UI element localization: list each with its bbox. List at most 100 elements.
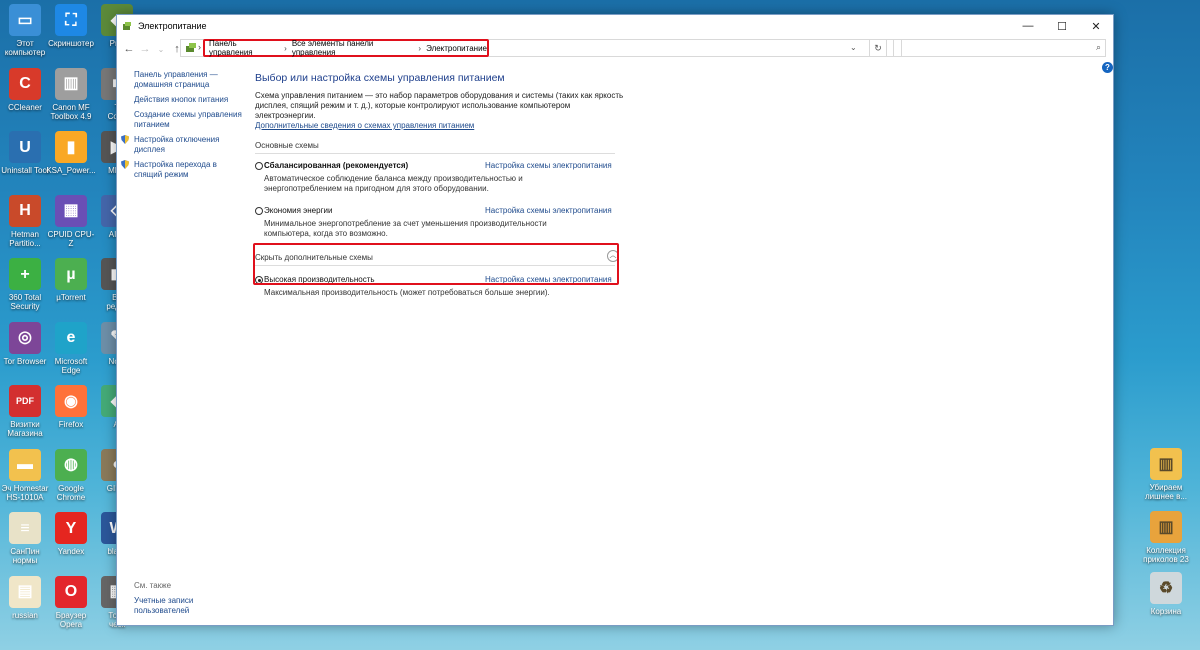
desktop-icon[interactable]: ▥ Canon MF Toolbox 4.9 — [46, 67, 96, 121]
plan-power-saver: Экономия энергии Настройка схемы электро… — [255, 206, 625, 239]
user-accounts-link[interactable]: Учетные записи пользователей — [134, 596, 234, 616]
folder-icon: ▬ — [9, 448, 41, 481]
nav-label: Создание схемы управления питанием — [134, 110, 242, 129]
recycle-bin-icon: ♻ — [1150, 572, 1182, 604]
chrome-icon: ◍ — [55, 448, 87, 481]
plan-settings-link[interactable]: Настройка схемы электропитания — [485, 161, 612, 171]
desktop-icon-label: Коллекция приколов 23 — [1143, 546, 1189, 564]
desktop-icon[interactable]: ♻ Корзина — [1138, 572, 1194, 616]
desktop-icon-label: Визитки Магазина — [7, 420, 43, 438]
nav-display-off-settings[interactable]: Настройка отключения дисплея — [121, 135, 254, 155]
desktop-icon[interactable]: ▦ CPUID CPU-Z — [46, 194, 96, 248]
desktop-icon[interactable]: ◎ Tor Browser — [0, 321, 50, 366]
desktop-icon-label: Tor Browser — [3, 356, 47, 366]
desktop-icon[interactable]: ▬ Эч Homestar HS-1010A — [0, 448, 50, 502]
nav-label: Действия кнопок питания — [134, 95, 229, 104]
desktop-icon-label: Hetman Partitio... — [9, 229, 41, 248]
window-title: Электропитание — [138, 21, 207, 31]
desktop-icon-label: 360 Total Security — [8, 293, 42, 311]
desktop-icon[interactable]: ⛶ Скриншотер — [46, 4, 96, 48]
yandex-icon: Y — [55, 512, 87, 544]
desktop-icon-label: Uninstall Tool — [1, 166, 49, 175]
plan-description: Максимальная производительность (может п… — [264, 288, 550, 297]
desktop-icon[interactable]: +360 Total Security — [0, 258, 50, 311]
desktop-icon[interactable]: Y Yandex — [46, 512, 96, 556]
hetman-icon: H — [9, 194, 41, 227]
nav-label: Настройка отключения дисплея — [134, 135, 220, 154]
help-icon[interactable]: ? — [1102, 62, 1113, 73]
page-title: Выбор или настройка схемы управления пит… — [255, 72, 505, 84]
desktop-icon[interactable]: e Microsoft Edge — [46, 321, 96, 375]
nav-power-button-actions[interactable]: Действия кнопок питания — [134, 95, 254, 105]
search-icon: ⌕ — [1095, 42, 1101, 52]
opera-icon: O — [55, 575, 87, 608]
breadcrumb-power-options[interactable]: Электропитание — [426, 44, 487, 53]
plan-name[interactable]: Экономия энергии — [264, 206, 332, 215]
360-security-icon: + — [9, 258, 41, 290]
document-icon: ≡ — [9, 512, 41, 544]
basic-plans-heading: Основные схемы — [255, 141, 615, 154]
desktop-icon-label: Скриншотер — [48, 39, 94, 48]
desktop-icon-label: Yandex — [57, 547, 85, 556]
desktop-icon-label: Firefox — [58, 420, 84, 429]
desktop-icon[interactable]: ◍ Google Chrome — [46, 448, 96, 502]
refresh-icon[interactable]: ↻ — [869, 39, 887, 57]
plan-radio-power-saver[interactable] — [255, 207, 263, 215]
power-plans-details-link[interactable]: Дополнительные сведения о схемах управле… — [255, 121, 625, 131]
recent-locations-icon[interactable]: ⌄ — [153, 45, 169, 54]
desktop-icon[interactable]: ▥ Убираем лишнее в... — [1138, 448, 1194, 501]
desktop-icon-label: CPUID CPU-Z — [47, 229, 95, 248]
desktop-icon-label: Microsoft Edge — [54, 356, 88, 375]
plan-settings-link[interactable]: Настройка схемы электропитания — [485, 206, 612, 216]
forward-arrow-icon[interactable]: → — [137, 43, 153, 55]
breadcrumb-separator: › — [418, 43, 422, 53]
desktop-icon[interactable]: ▭ Этот компьютер — [0, 4, 50, 57]
breadcrumb-all-items[interactable]: Все элементы панели управления — [292, 39, 414, 57]
desktop-icon-label: CCleaner — [8, 102, 42, 112]
breadcrumb-separator: › — [284, 43, 287, 53]
desktop-icon-label: СанПин нормы — [10, 547, 40, 565]
file-icon: ▤ — [9, 575, 41, 608]
cpuz-icon: ▦ — [55, 194, 87, 227]
desktop-icon[interactable]: O Браузер Opera — [46, 575, 96, 629]
maximize-button[interactable]: ☐ — [1045, 15, 1079, 37]
nav-control-panel-home[interactable]: Панель управления — домашняя страница — [134, 70, 254, 90]
search-input[interactable]: ⌕ — [893, 39, 1106, 57]
desktop-icon-label: Canon MF Toolbox 4.9 — [50, 102, 92, 121]
minimize-button[interactable]: — — [1011, 15, 1045, 37]
close-button[interactable]: ✕ — [1079, 15, 1113, 37]
shield-icon — [121, 135, 129, 144]
desktop-icon[interactable]: U Uninstall Tool — [0, 131, 50, 175]
desktop-icon[interactable]: C CCleaner — [0, 67, 50, 112]
desktop-icon-label: Этот компьютер — [4, 39, 46, 57]
nav-sleep-settings[interactable]: Настройка перехода в спящий режим — [121, 160, 254, 180]
desktop-icon[interactable]: PDF Визитки Магазина — [0, 385, 50, 438]
desktop-icon[interactable]: ▮ KSA_Power... — [46, 131, 96, 175]
nav-create-power-plan[interactable]: Создание схемы управления питанием — [134, 110, 254, 130]
highlight-box — [253, 243, 619, 285]
address-dropdown-icon[interactable]: ⌄ — [850, 43, 857, 52]
desktop-icon-label: µTorrent — [56, 293, 86, 302]
desktop-icon[interactable]: µ µTorrent — [46, 258, 96, 302]
desktop-icon[interactable]: ≡ СанПин нормы — [0, 512, 50, 565]
see-also-heading: См. также — [134, 581, 172, 590]
desktop-icon-label: Убираем лишнее в... — [1144, 483, 1187, 501]
back-arrow-icon[interactable]: ← — [121, 43, 137, 55]
plan-name[interactable]: Сбалансированная (рекомендуется) — [264, 161, 408, 170]
canon-icon: ▥ — [55, 67, 87, 100]
shield-icon — [121, 160, 129, 169]
plan-description: Автоматическое соблюдение баланса между … — [264, 174, 523, 193]
desktop-icon-label: russian — [12, 610, 38, 620]
task-pane: Панель управления — домашняя страница Де… — [121, 70, 254, 185]
desktop-icon[interactable]: H Hetman Partitio... — [0, 194, 50, 248]
power-options-icon — [123, 21, 131, 30]
breadcrumb-control-panel[interactable]: Панель управления — [209, 39, 279, 57]
nav-label: Панель управления — домашняя страница — [134, 70, 218, 89]
title-bar[interactable]: Электропитание — ☐ ✕ — [117, 15, 1113, 37]
address-chevron-icon: › — [198, 42, 201, 52]
desktop-icon[interactable]: ▤ russian — [0, 575, 50, 620]
desktop-icon[interactable]: ◉ Firefox — [46, 385, 96, 429]
plan-radio-balanced[interactable] — [255, 162, 263, 170]
ksa-icon: ▮ — [55, 131, 87, 163]
desktop-icon[interactable]: ▥ Коллекция приколов 23 — [1138, 511, 1194, 564]
